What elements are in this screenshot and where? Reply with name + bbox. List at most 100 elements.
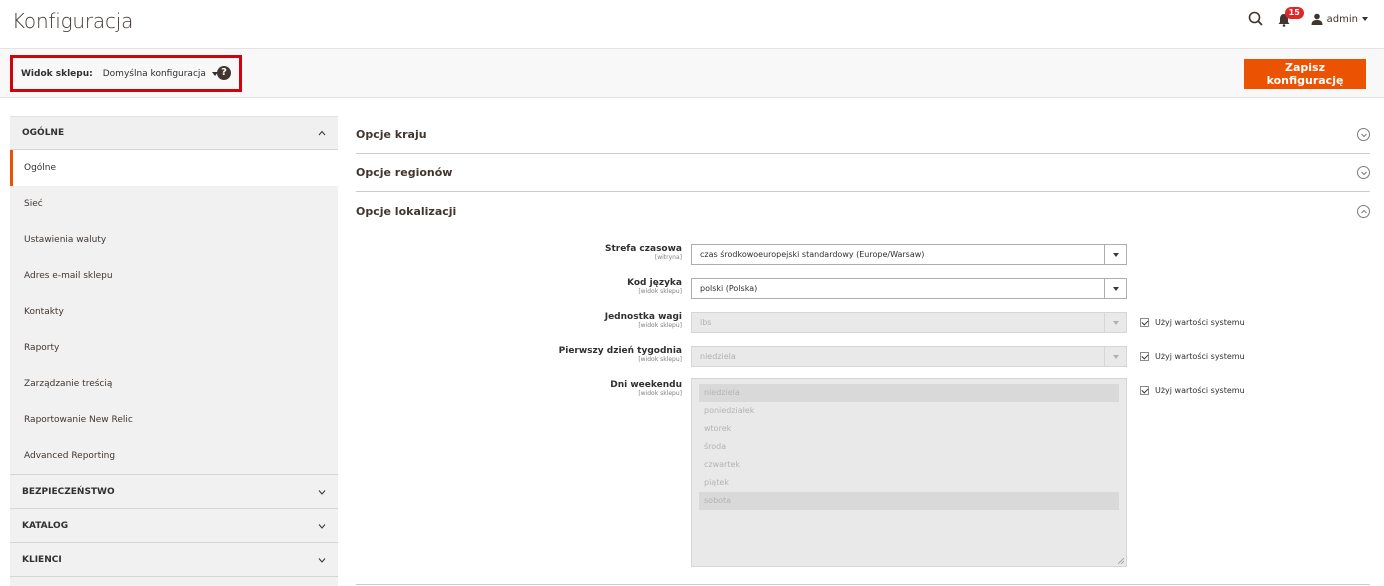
weight-unit-select[interactable]: lbs (691, 312, 1127, 333)
field-scope: [widok sklepu] (638, 356, 682, 363)
first-day-select[interactable]: niedziela (691, 346, 1127, 367)
weekend-multiselect[interactable]: niedziela poniedziałek wtorek środa czwa… (691, 378, 1127, 567)
help-icon[interactable]: ? (217, 66, 231, 80)
sidebar-section-label: BEZPIECZEŃSTWO (22, 486, 115, 497)
checkbox-label: Użyj wartości systemu (1155, 318, 1245, 327)
sidebar-section-label: OGÓLNE (22, 128, 65, 138)
checkbox[interactable] (1140, 318, 1149, 327)
header-actions: 15 admin (1247, 7, 1368, 28)
chevron-down-icon (1362, 17, 1368, 21)
timezone-select[interactable]: czas środkowoeuropejski standardowy (Eur… (691, 244, 1127, 265)
field-label-text: Dni weekendu (610, 380, 682, 390)
select-value: polski (Polska) (700, 284, 758, 293)
sidebar-item-label: Adres e-mail sklepu (24, 271, 113, 281)
chevron-down-icon (318, 557, 326, 563)
page-actions-toolbar: Widok sklepu: Domyślna konfiguracja ? Za… (0, 48, 1384, 98)
search-icon[interactable] (1247, 10, 1265, 28)
config-sidebar: OGÓLNE Ogólne Sieć Ustawienia waluty Adr… (10, 116, 338, 586)
chevron-up-icon (318, 130, 326, 136)
group-state-options[interactable]: Opcje regionów (356, 154, 1370, 192)
sidebar-item-label: Ogólne (24, 163, 57, 173)
chevron-down-icon (318, 489, 326, 495)
chevron-down-icon (1104, 245, 1126, 264)
field-label: Jednostka wagi [widok sklepu] (605, 312, 682, 329)
sidebar-item-advanced-reporting[interactable]: Advanced Reporting (10, 438, 338, 474)
notifications-count-badge: 15 (1284, 7, 1304, 19)
group-country-options[interactable]: Opcje kraju (356, 116, 1370, 154)
sidebar-section-catalog[interactable]: KATALOG (10, 509, 338, 543)
group-title: Opcje regionów (356, 166, 453, 179)
group-title: Opcje kraju (356, 128, 427, 141)
field-label: Dni weekendu [widok sklepu] (610, 380, 682, 397)
chevron-down-icon (1357, 128, 1370, 141)
sidebar-item-currency[interactable]: Ustawienia waluty (10, 222, 338, 258)
user-menu[interactable]: admin (1311, 13, 1368, 25)
sidebar-item-reports[interactable]: Raporty (10, 330, 338, 366)
checkbox[interactable] (1140, 352, 1149, 361)
field-scope: [widok sklepu] (638, 322, 682, 329)
weekend-option[interactable]: czwartek (699, 456, 1119, 474)
field-label: Kod języka [widok sklepu] (627, 278, 682, 295)
sidebar-section-general[interactable]: OGÓLNE (10, 116, 338, 150)
checkbox[interactable] (1140, 386, 1149, 395)
weekend-option[interactable]: środa (699, 438, 1119, 456)
group-locale-options[interactable]: Opcje lokalizacji (356, 192, 1370, 230)
field-label: Pierwszy dzień tygodnia [widok sklepu] (559, 346, 682, 363)
field-label-text: Kod języka (627, 278, 682, 288)
config-main: Opcje kraju Opcje regionów Opcje lokaliz… (356, 116, 1370, 585)
chevron-down-icon (1104, 313, 1126, 332)
weekend-option[interactable]: wtorek (699, 420, 1119, 438)
chevron-down-icon (1104, 347, 1126, 366)
select-value: lbs (700, 318, 712, 327)
sidebar-section-security[interactable]: BEZPIECZEŃSTWO (10, 475, 338, 509)
chevron-down-icon (318, 523, 326, 529)
field-label-text: Strefa czasowa (604, 244, 682, 254)
weekend-option[interactable]: poniedziałek (699, 402, 1119, 420)
section-divider (356, 584, 1370, 585)
field-scope: [widok sklepu] (638, 288, 682, 295)
sidebar-section-customers[interactable]: KLIENCI (10, 543, 338, 577)
sidebar-item-label: Advanced Reporting (24, 451, 116, 461)
sidebar-item-label: Raportowanie New Relic (24, 415, 133, 425)
checkbox-label: Użyj wartości systemu (1155, 386, 1245, 395)
weekend-option[interactable]: piątek (699, 474, 1119, 492)
use-system-value-weight-unit[interactable]: Użyj wartości systemu (1140, 318, 1245, 327)
chevron-down-icon (1104, 279, 1126, 298)
chevron-down-icon (1357, 166, 1370, 179)
field-label-text: Pierwszy dzień tygodnia (558, 346, 682, 356)
use-system-value-first-day[interactable]: Użyj wartości systemu (1140, 352, 1245, 361)
sidebar-section-label: KATALOG (22, 520, 69, 531)
user-name: admin (1326, 13, 1358, 25)
select-value: niedziela (700, 352, 736, 361)
field-label: Strefa czasowa [witryna] (605, 244, 682, 261)
store-view-switcher: Widok sklepu: Domyślna konfiguracja ? (10, 55, 242, 92)
sidebar-item-label: Sieć (24, 199, 43, 209)
locale-select[interactable]: polski (Polska) (691, 278, 1127, 299)
sidebar-item-general[interactable]: Ogólne (10, 150, 338, 186)
sidebar-item-label: Kontakty (24, 307, 64, 317)
field-label-text: Jednostka wagi (604, 312, 682, 322)
save-config-button[interactable]: Zapisz konfigurację (1244, 59, 1366, 89)
sidebar-item-store-email[interactable]: Adres e-mail sklepu (10, 258, 338, 294)
sidebar-item-new-relic[interactable]: Raportowanie New Relic (10, 402, 338, 438)
store-view-dropdown[interactable]: Domyślna konfiguracja (103, 69, 218, 79)
weekend-option[interactable]: sobota (699, 492, 1119, 510)
chevron-up-icon (1357, 204, 1370, 218)
select-value: czas środkowoeuropejski standardowy (Eur… (700, 250, 925, 259)
sidebar-item-label: Zarządzanie treścią (24, 379, 113, 389)
sidebar-item-web[interactable]: Sieć (10, 186, 338, 222)
field-scope: [widok sklepu] (638, 390, 682, 397)
store-view-label: Widok sklepu: (21, 68, 93, 79)
weekend-option[interactable]: niedziela (699, 384, 1119, 402)
user-icon (1311, 13, 1323, 25)
sidebar-item-label: Raporty (24, 343, 60, 353)
sidebar-item-label: Ustawienia waluty (24, 235, 107, 245)
store-view-value: Domyślna konfiguracja (102, 68, 206, 79)
notifications-button[interactable]: 15 (1277, 7, 1304, 28)
field-scope: [witryna] (654, 254, 682, 261)
sidebar-item-contacts[interactable]: Kontakty (10, 294, 338, 330)
use-system-value-weekend[interactable]: Użyj wartości systemu (1140, 386, 1245, 395)
sidebar-item-content-management[interactable]: Zarządzanie treścią (10, 366, 338, 402)
resize-grip-icon[interactable] (1118, 558, 1124, 564)
checkbox-label: Użyj wartości systemu (1155, 352, 1245, 361)
